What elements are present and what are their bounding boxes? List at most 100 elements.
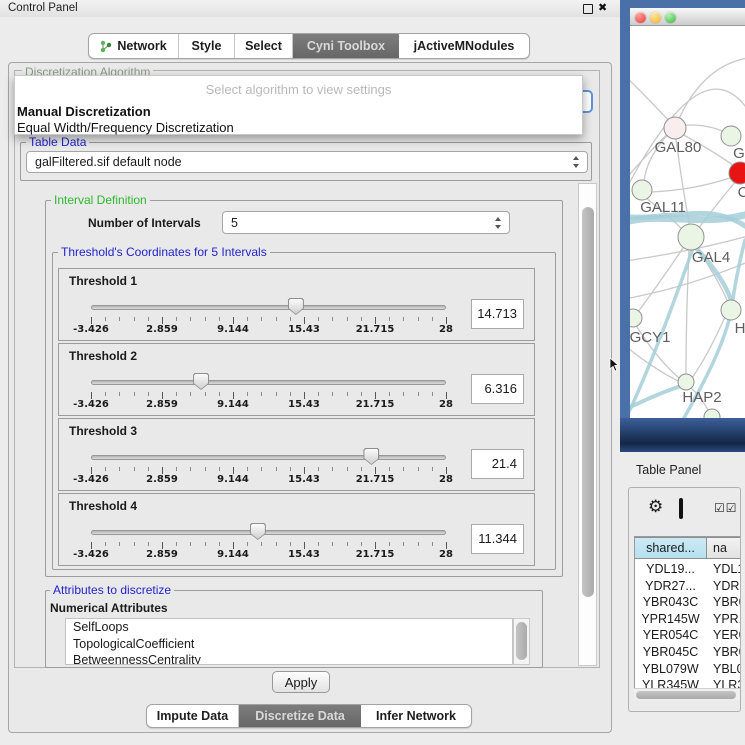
float-window-icon[interactable]	[583, 4, 593, 14]
network-edge[interactable]	[630, 70, 672, 124]
zoom-traffic-light-icon[interactable]	[665, 12, 676, 23]
tick-mark	[332, 542, 333, 546]
settings-scrollbar[interactable]	[578, 183, 597, 666]
bottom-tabbar: Impute DataDiscretize DataInfer Network	[146, 704, 472, 728]
tick-mark	[361, 467, 362, 471]
attributes-group-label: Attributes to discretize	[50, 584, 174, 596]
tab-label: Cyni Toolbox	[307, 39, 385, 53]
table-row[interactable]: YBR043CYBR0	[635, 594, 741, 611]
tick-label: 15.43	[288, 324, 320, 335]
tick-mark	[403, 317, 404, 321]
tab-network[interactable]: Network	[89, 34, 179, 58]
gear-icon[interactable]: ⚙	[648, 498, 663, 515]
network-node-hap2[interactable]	[678, 374, 694, 390]
column-header-2[interactable]: na	[707, 537, 741, 559]
slider-track[interactable]	[91, 455, 446, 460]
network-node-c[interactable]	[729, 162, 745, 184]
table-horizontal-scrollbar[interactable]	[634, 688, 741, 700]
slider-track[interactable]	[91, 380, 446, 385]
table-row[interactable]: YPR145WYPR1	[635, 611, 741, 628]
checkbox-icon[interactable]: ☑☑	[714, 501, 738, 515]
attribute-list-item[interactable]: BetweennessCentrality	[66, 652, 512, 665]
attribute-list-item[interactable]: TopologicalCoefficient	[66, 636, 512, 653]
cell-shared-name: YER054C	[635, 627, 706, 644]
number-of-intervals-combobox[interactable]: 5	[222, 211, 510, 234]
slider-handle[interactable]	[193, 373, 209, 390]
threshold-label: Threshold 4	[69, 499, 137, 513]
tick-mark	[134, 392, 135, 396]
tab-label: jActiveMNodules	[414, 39, 515, 53]
tab-label: Select	[245, 39, 282, 53]
close-icon[interactable]: ✖	[598, 1, 607, 14]
tab-cyni-toolbox[interactable]: Cyni Toolbox	[293, 34, 399, 58]
table-row[interactable]: YBL079WYBL0	[635, 661, 741, 678]
tick-mark	[233, 542, 234, 549]
slider-handle[interactable]	[288, 298, 304, 315]
tick-label: 2.859	[146, 549, 178, 560]
network-node-gal4[interactable]	[678, 224, 704, 250]
network-edge[interactable]	[732, 240, 745, 306]
tick-mark	[304, 317, 305, 324]
network-node-ga[interactable]	[721, 126, 741, 146]
tick-label: 2.859	[146, 324, 178, 335]
tab-infer-network[interactable]: Infer Network	[361, 705, 471, 727]
algorithm-dropdown-popup: Select algorithm to view settings Manual…	[14, 75, 583, 135]
tab-label: Network	[117, 39, 166, 53]
threshold-value-field[interactable]: 21.4	[471, 449, 524, 479]
attribute-list-item[interactable]: SelfLoops	[66, 619, 512, 636]
tick-mark	[219, 542, 220, 546]
tick-mark	[247, 317, 248, 321]
tab-select[interactable]: Select	[235, 34, 293, 58]
tick-mark	[446, 392, 447, 399]
network-node-gal11[interactable]	[632, 180, 652, 200]
network-node[interactable]	[704, 409, 720, 418]
tick-mark	[119, 467, 120, 471]
slider-handle[interactable]	[250, 523, 266, 540]
table-row[interactable]: YDR27...YDR2	[635, 578, 741, 595]
app-window: Control Panel ✖ NetworkStyleSelectCyni T…	[0, 0, 745, 745]
slider-track[interactable]	[91, 305, 446, 310]
network-edge[interactable]	[675, 58, 745, 128]
network-view-window: GAL80GACGAL11GAL4GCY1HHAP2	[620, 0, 745, 452]
table-row[interactable]: YER054CYER0	[635, 627, 741, 644]
node-attribute-table[interactable]: shared...naYDL19...YDL1YDR27...YDR2YBR04…	[634, 536, 741, 700]
tick-mark	[148, 317, 149, 321]
slider-track[interactable]	[91, 530, 446, 535]
threshold-value-field[interactable]: 11.344	[471, 524, 524, 554]
interval-definition-group-label: Interval Definition	[51, 194, 150, 206]
tick-mark	[219, 317, 220, 321]
slider-handle[interactable]	[363, 448, 379, 465]
table-data-combobox[interactable]: galFiltered.sif default node	[26, 151, 588, 173]
attributes-list-scrollbar[interactable]	[513, 618, 530, 665]
apply-button[interactable]: Apply	[272, 671, 330, 693]
algorithm-option[interactable]: Manual Discretization	[17, 104, 578, 119]
network-canvas[interactable]: GAL80GACGAL11GAL4GCY1HHAP2	[630, 26, 745, 418]
table-row[interactable]: YDL19...YDL1	[635, 561, 741, 578]
tab-jactivemnodules[interactable]: jActiveMNodules	[399, 34, 529, 58]
numerical-attributes-list[interactable]: SelfLoopsTopologicalCoefficientBetweenne…	[65, 618, 513, 665]
tick-mark	[276, 542, 277, 546]
close-traffic-light-icon[interactable]	[635, 12, 646, 23]
tick-mark	[318, 542, 319, 546]
tab-discretize-data[interactable]: Discretize Data	[239, 705, 361, 727]
tick-mark	[375, 542, 376, 549]
threshold-value-field[interactable]: 14.713	[471, 299, 524, 329]
split-columns-icon[interactable]	[679, 498, 683, 519]
tick-mark	[162, 317, 163, 324]
table-panel-toolbar: ⚙ ☑☑	[629, 488, 740, 531]
tick-mark	[290, 317, 291, 321]
tick-mark	[205, 467, 206, 471]
minimize-traffic-light-icon[interactable]	[650, 12, 661, 23]
threshold-value-field[interactable]: 6.316	[471, 374, 524, 404]
network-node-h[interactable]	[721, 300, 741, 320]
network-node-gal80[interactable]	[664, 117, 686, 139]
network-edge[interactable]	[651, 177, 733, 192]
table-row[interactable]: YBR045CYBR0	[635, 644, 741, 661]
tab-impute-data[interactable]: Impute Data	[147, 705, 239, 727]
tab-style[interactable]: Style	[179, 34, 235, 58]
table-data-value: galFiltered.sif default node	[35, 155, 182, 169]
algorithm-option[interactable]: Equal Width/Frequency Discretization	[17, 120, 578, 135]
tick-mark	[418, 317, 419, 321]
network-node-gcy1[interactable]	[630, 309, 642, 327]
column-header-1[interactable]: shared...	[635, 537, 707, 559]
